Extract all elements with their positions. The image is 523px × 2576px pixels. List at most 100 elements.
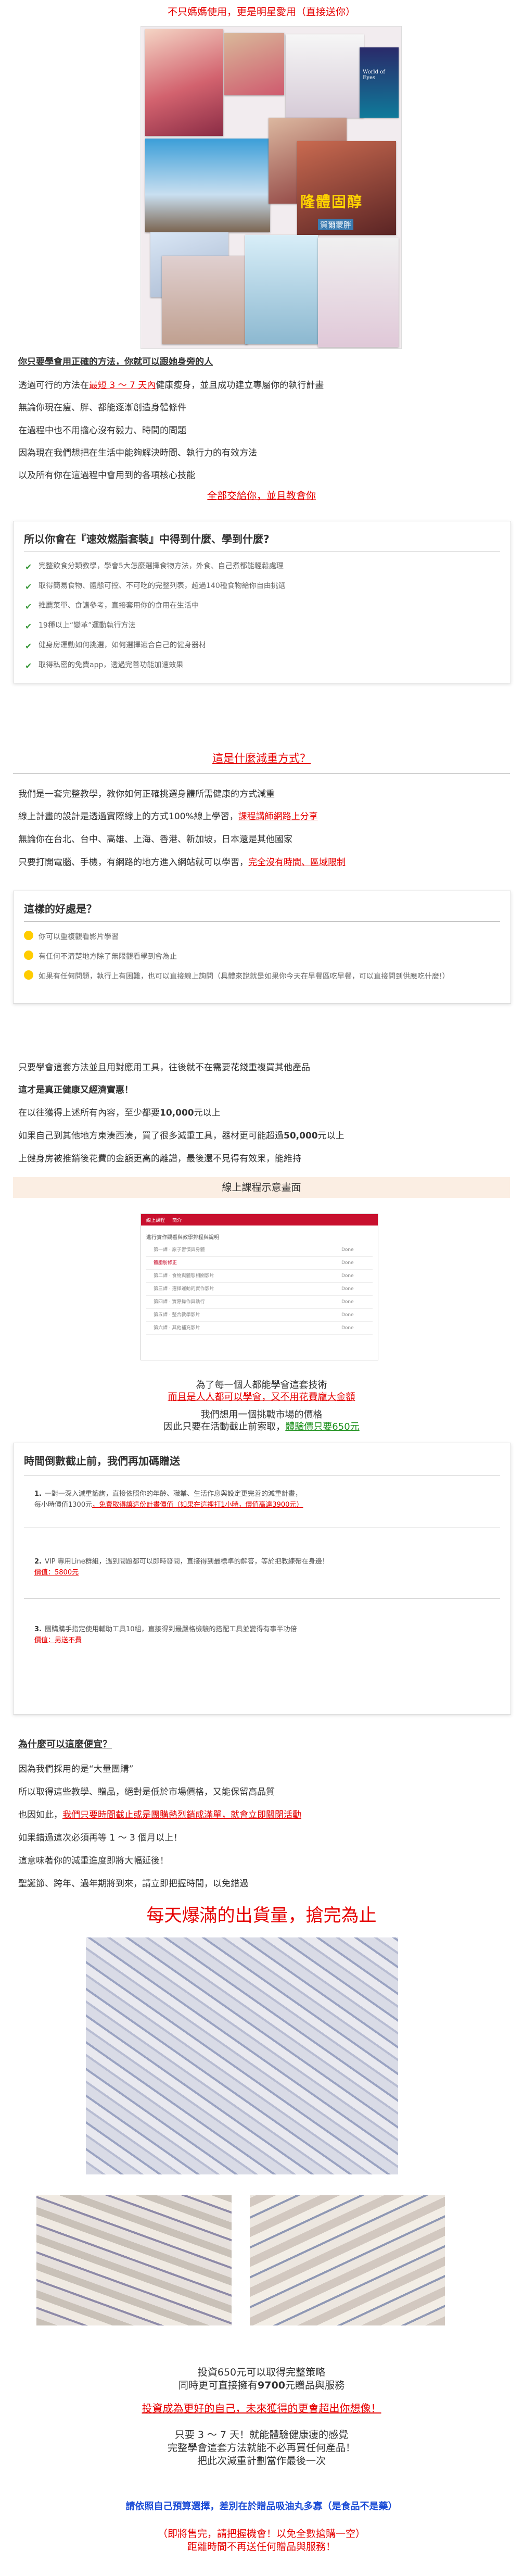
course-screenshot: 線上課程 簡介 進行實作觀看與教學排程與說明 第一課 · 原子習慣與身體 Done… [141,1214,378,1360]
photo-tv-caption: 隆體固醇 賀爾蒙胖 [297,141,396,235]
final-value-9700: 9700 [258,2380,285,2391]
check-icon: ✔ [25,602,32,611]
bonus-offer-box: 時間倒數截止前，我們再加碼贈送 1. 一對一深入減重諮詢，直接依照你的年齡、職業、… [13,1443,511,1715]
course-row[interactable]: 第三課 · 選擇運動的實作影片 Done [146,1283,373,1296]
benefits-box: 這樣的好處是？ 你可以重複觀看影片學習 有任何不清楚地方除了無限觀看學到會為止 … [13,891,511,1004]
price-highlight-650: 體驗價只要650元 [285,1421,360,1432]
caption-steroid: 隆體固醇 [300,193,363,210]
why-line2: 所以取得這些教學、贈品，絕對是低於市場價格，又能保留高品質 [18,1787,275,1797]
features-item: ✔ 健身房運動如何挑選，如何選擇適合自己的健身器材 [24,640,500,651]
course-row[interactable]: 第四課 · 實際操作與執行 Done [146,1296,373,1309]
price-line2: 而且是人人都可以學會，又不用花費龐大金額 [168,1392,355,1403]
course-tab-2: 簡介 [172,1218,182,1223]
final-line8: （即將售完，請把握機會！以免全數搶購一空） [157,2528,365,2540]
what-divider [13,773,510,774]
intro-line1-highlight: 最短 3 ～ 7 天內 [89,380,156,391]
lightbulb-icon [24,951,33,960]
photo-woman-stage [162,256,248,344]
course-row[interactable]: 第五課 · 整合教學影片 Done [146,1309,373,1322]
intro-line1-c: 健康瘦身，並且成功建立專屬你的執行計畫 [156,380,324,391]
photo-magazine-article [318,237,399,347]
check-icon: ✔ [25,562,32,572]
photo-shipping-packages-large [86,1937,398,2174]
tools-line1: 只要學會這套方法並且用對應用工具，往後就不在需要花錢重複買其他產品 [18,1062,310,1073]
what-line1: 我們是一套完整教學，教你如何正確挑選身體所需健康的方式減重 [18,789,275,799]
photo-shipping-packages-left [36,2195,232,2325]
features-list: ✔ 完整飲食分類教學，學會5大怎麼選擇食物方法，外食、自己煮都能輕鬆處理 ✔ 取得簡… [24,561,500,680]
photo-book-cover: World of Eyes [360,47,399,118]
offer-divider [24,1475,500,1476]
offer-divider [24,1598,500,1599]
why-line5: 這意味著你的減重進度即將大幅延後！ [18,1856,169,1866]
why-line1: 因為我們採用的是“大量團購” [18,1764,134,1774]
benefits-list: 你可以重複觀看影片學習 有任何不清楚地方除了無限觀看學到會為止 如果有任何問題，… [24,931,500,991]
lightbulb-icon [24,970,33,980]
header-tagline: 不只媽媽使用，更是明星愛用（直接送你） [167,6,355,18]
why-line3-highlight: 我們只要時間截止或是團購熱烈銷成滿單，就會立即關閉活動 [62,1810,301,1820]
offer-step-2: 2. VIP 專用Line群組，遇到問題都可以即時發問，直接得到最標準的解答，等於… [34,1558,329,1577]
tools-price-10000: 10,000 [160,1108,194,1118]
benefits-title: 這樣的好處是？ [24,903,97,915]
features-item: ✔ 推薦菜單、食譜參考，直接套用你的食用在生活中 [24,601,500,611]
features-item: ✔ 取得私密的免費app，透過完善功能加速效果 [24,660,500,671]
offer-step-3: 3. 團購購手指定使用輔助工具10組，直接得到最嚴格檢驗的搭配工具並變得有事半功倍… [34,1625,297,1644]
course-table-head: 進行實作觀看與教學排程與說明 [146,1235,219,1241]
photo-woman-mirror [245,235,318,344]
why-line3: 也因如此，我們只要時間截止或是團購熱烈銷成滿單，就會立即關閉活動 [18,1810,301,1820]
course-row[interactable]: 第一課 · 原子習慣與身體 Done [146,1244,373,1257]
course-banner: 線上課程示意畫面 [13,1177,510,1198]
features-item: ✔ 取得簡易食物、體態可控、不可吃的完整列表，超過140種食物給你自由挑選 [24,581,500,592]
check-icon: ✔ [25,661,32,671]
features-title: 所以你會在『速效燃脂套裝』中得到什麼、學到什麼? [24,533,270,545]
intro-cta: 全部交給你，並且教會你 [207,490,316,502]
photo-tv-show [145,139,270,232]
benefits-divider [24,921,500,922]
course-screenshot-header: 線上課程 簡介 [141,1214,378,1226]
what-line4-highlight: 完全沒有時間、區域限制 [248,857,346,868]
photo-shipping-packages-right [250,2195,445,2325]
why-line6: 聖誕節、跨年、過年期將到來，請立即把握時間，以免錯過 [18,1879,248,1889]
benefits-item: 如果有任何問題，執行上有困難，也可以直接線上詢問（具體來說就是如果你今天在早餐區… [24,970,500,982]
check-icon: ✔ [25,621,32,631]
caption-hormone: 賀爾蒙胖 [318,219,354,230]
what-line3: 無論你在台北、台中、高雄、上海、香港、新加坡，日本還是其他國家 [18,834,292,845]
intro-line1-a: 透過可行的方法在 [18,380,89,391]
intro-line2: 無論你現在瘦、胖、都能逐漸創造身體條件 [18,403,186,413]
lightbulb-icon [24,931,33,940]
course-row[interactable]: 體脂肪修正 Done [146,1257,373,1270]
final-line7: 請依照自己預算選擇，差別在於贈品吸油丸多寡（是食品不是藥） [125,2501,398,2512]
course-tab-1: 線上課程 [146,1218,165,1223]
course-row[interactable]: 第二課 · 食物與體態相關影片 Done [146,1270,373,1283]
check-icon: ✔ [25,641,32,651]
features-item: ✔ 19種以上“變革”運動執行方法 [24,620,500,631]
tools-line2: 這才是真正健康又經濟實惠！ [18,1085,133,1095]
what-line4: 只要打開電腦、手機，有網路的地方進入網站就可以學習，完全沒有時間、區域限制 [18,857,346,868]
what-title: 這是什麼減重方式？ [212,752,311,765]
final-line6: 把此次減重計劃當作最後一次 [197,2455,326,2467]
course-banner-title: 線上課程示意畫面 [222,1182,301,1193]
what-line2-highlight: 課程講師網路上分享 [238,811,318,822]
tools-line5: 上健身房被推銷後花費的金額更高的離譜，最後還不見得有效果，能維持 [18,1154,301,1164]
tools-line3: 在以往獲得上述所有內容，至少都要10,000元以上 [18,1108,221,1118]
shipping-title: 每天爆滿的出貨量，搶完為止 [146,1905,377,1926]
price-line4: 因此只要在活動截止前索取，體驗價只要650元 [163,1421,360,1432]
book-tag-text: World of Eyes [363,69,385,81]
why-line4: 如果錯過這次必須再等 1 ～ 3 個月以上！ [18,1833,183,1843]
final-line1: 投資650元可以取得完整策略 [197,2367,326,2378]
tools-line4: 如果自己到其他地方東湊西湊，買了很多減重工具，器材更可能超過50,000元以上 [18,1131,345,1141]
photo-woman-smiling [145,29,223,136]
photo-couple-sofa [224,33,284,95]
offer-step-1: 1. 一對一深入減重諮詢，直接依照你的年齡、職業、生活作息與設定更完善的減重計畫，… [34,1490,303,1509]
intro-heading: 你只要學會用正確的方法，你就可以跟她身旁的人 [18,357,213,367]
tools-price-50000: 50,000 [284,1131,318,1141]
final-line4: 只要 3 ～ 7 天！就能體驗健康瘦的感覺 [174,2429,349,2441]
benefits-item: 你可以重複觀看影片學習 [24,931,500,943]
course-row[interactable]: 第六課 · 其他補充影片 Done [146,1322,373,1335]
final-line9: 距離時間不再送任何贈品與服務！ [187,2541,336,2553]
features-box: 所以你會在『速效燃脂套裝』中得到什麼、學到什麼? ✔ 完整飲食分類教學，學會5大怎… [13,521,511,683]
final-line3: 投資成為更好的自己，未來獲得的更會超出你想像！ [142,2402,381,2415]
check-icon: ✔ [25,582,32,592]
celebrity-photo-collage: World of Eyes 隆體固醇 賀爾蒙胖 [141,26,402,349]
photo-magazine-spread [286,34,364,118]
intro-line4: 因為現在我們想把在生活中能夠解決時間、執行力的有效方法 [18,448,257,458]
